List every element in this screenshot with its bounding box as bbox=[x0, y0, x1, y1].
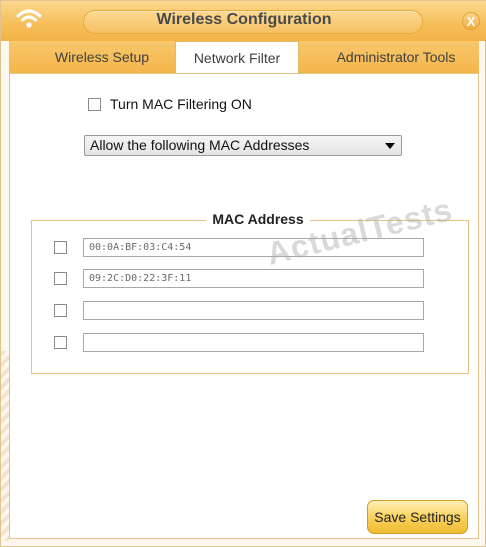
mac-row-2-input[interactable]: 09:2C:D0:22:3F:11 bbox=[83, 269, 424, 288]
mac-address-legend: MAC Address bbox=[206, 211, 310, 227]
mac-row-2-checkbox[interactable] bbox=[54, 272, 67, 285]
filter-mode-select[interactable]: Allow the following MAC Addresses bbox=[84, 135, 402, 156]
mac-filtering-label: Turn MAC Filtering ON bbox=[110, 96, 252, 112]
mac-row-3-input[interactable] bbox=[83, 301, 424, 320]
filter-mode-value: Allow the following MAC Addresses bbox=[90, 137, 310, 153]
mac-row-1-checkbox[interactable] bbox=[54, 241, 67, 254]
tab-bar: Wireless Setup Network Filter Administra… bbox=[9, 41, 479, 75]
title-bar: Wireless Configuration X bbox=[1, 1, 486, 41]
mac-row-4-input[interactable] bbox=[83, 333, 424, 352]
save-settings-button[interactable]: Save Settings bbox=[367, 500, 468, 534]
tab-administrator-tools[interactable]: Administrator Tools bbox=[329, 41, 463, 73]
wireless-config-window: Wireless Configuration X Wireless Setup … bbox=[0, 0, 486, 547]
mac-filtering-checkbox[interactable] bbox=[88, 98, 101, 111]
mac-row-4-checkbox[interactable] bbox=[54, 336, 67, 349]
chevron-down-icon bbox=[385, 143, 395, 149]
tab-wireless-setup[interactable]: Wireless Setup bbox=[47, 41, 157, 73]
mac-row-3-checkbox[interactable] bbox=[54, 304, 67, 317]
tab-network-filter[interactable]: Network Filter bbox=[175, 41, 299, 75]
window-title: Wireless Configuration bbox=[156, 11, 332, 28]
side-decoration bbox=[1, 351, 9, 541]
close-icon[interactable]: X bbox=[462, 12, 480, 30]
